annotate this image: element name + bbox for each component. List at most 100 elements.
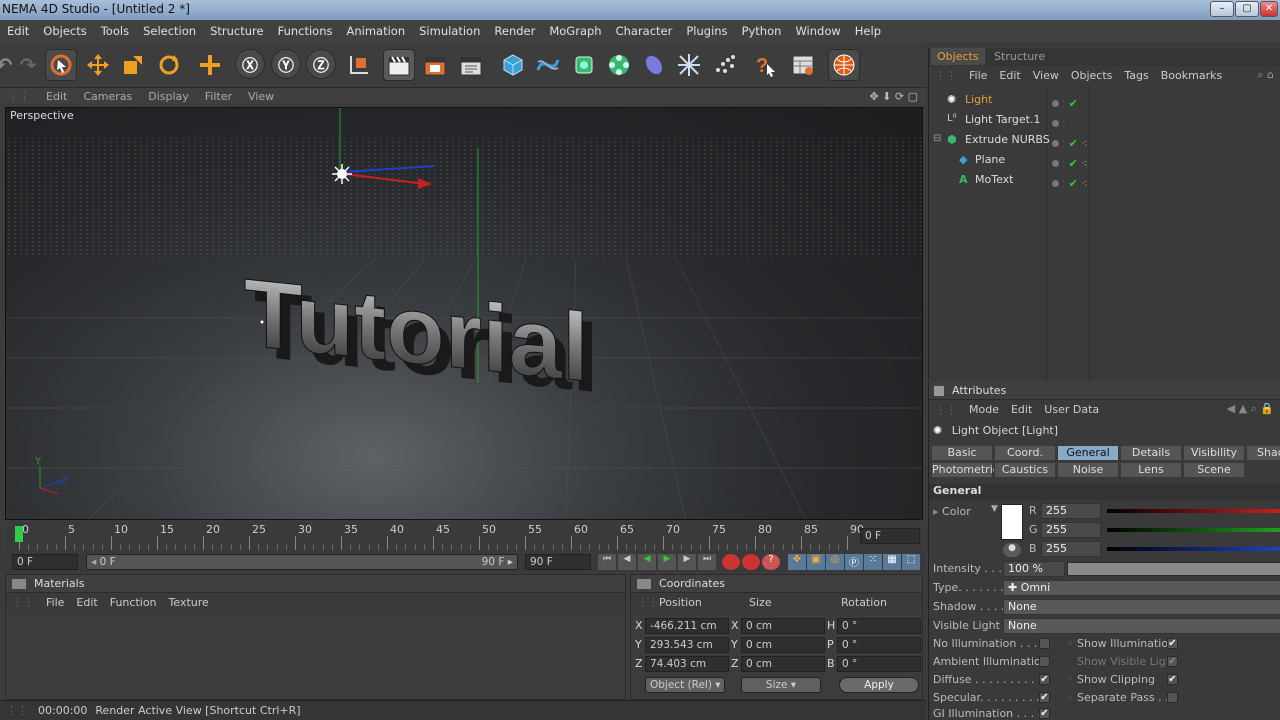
tree-row-extrude-nurbs[interactable]: ⊟ ⬢ Extrude NURBS ⁚ ✔ ⁖: [929, 131, 1280, 151]
animate-dot-icon[interactable]: ◦: [1067, 691, 1074, 704]
tab-lens[interactable]: Lens: [1120, 462, 1182, 478]
y-axis-button[interactable]: Ⓨ: [271, 49, 301, 79]
nav-arrows-icon[interactable]: ◀ ▲ ⌕ 🔒: [1221, 402, 1280, 416]
go-end-icon[interactable]: ⏭: [698, 554, 716, 570]
close-button[interactable]: ✕: [1260, 1, 1278, 17]
attributes-menu-userdata[interactable]: User Data: [1038, 403, 1105, 416]
menu-character[interactable]: Character: [609, 24, 680, 38]
diffuse-checkbox[interactable]: ✔: [1039, 674, 1050, 685]
start-frame-field[interactable]: 0 F: [12, 554, 78, 570]
collapse-icon[interactable]: ⊟: [933, 133, 941, 144]
visible-light-dropdown[interactable]: None: [1003, 618, 1280, 634]
color-r-field[interactable]: 255: [1041, 503, 1101, 519]
tab-basic[interactable]: Basic: [931, 445, 993, 461]
viewport-navigate-icons[interactable]: ✥ ⬇ ⟳ ▢: [861, 90, 926, 103]
key-grid-icon[interactable]: ▦: [883, 554, 901, 570]
no-illumination-checkbox[interactable]: [1039, 638, 1050, 649]
tree-row-plane[interactable]: ◆ Plane ⁚ ✔ ⁖: [929, 151, 1280, 171]
animate-dot-icon[interactable]: ◦: [1067, 673, 1074, 686]
materials-menu-function[interactable]: Function: [104, 596, 163, 609]
viewport-menu-edit[interactable]: Edit: [38, 90, 75, 103]
visibility-dots-icon[interactable]: ⁚ ✔ ⁖: [1052, 137, 1088, 150]
coordinate-system-button[interactable]: [343, 49, 375, 81]
menu-animation[interactable]: Animation: [339, 24, 412, 38]
viewport-menu-view[interactable]: View: [240, 90, 282, 103]
menu-objects[interactable]: Objects: [36, 24, 93, 38]
tab-coord[interactable]: Coord.: [994, 445, 1056, 461]
color-dropdown-icon[interactable]: ▼: [991, 504, 998, 514]
key-pla-icon[interactable]: ⁙: [864, 554, 882, 570]
tab-shadow[interactable]: Shad: [1246, 445, 1280, 461]
record-icon[interactable]: [722, 554, 740, 570]
r-slider[interactable]: [1107, 509, 1280, 513]
tree-row-light[interactable]: ✺ Light ⁚ ✔: [929, 91, 1280, 111]
picture-viewer-button[interactable]: [828, 49, 860, 81]
menu-python[interactable]: Python: [735, 24, 789, 38]
objects-menu-file[interactable]: File: [963, 69, 993, 82]
color-picker-icon[interactable]: ●: [1003, 543, 1021, 557]
timeline-ruler[interactable]: 0 5 10 15 20 25 30 35 40 45 50 55 60 65 70 75 80 85 90 0 F: [5, 522, 923, 552]
attributes-menu-mode[interactable]: Mode: [963, 403, 1005, 416]
search-icon[interactable]: ⌕ ⌂: [1251, 68, 1280, 82]
recent-tool-button[interactable]: [194, 49, 226, 81]
3d-viewport[interactable]: Tutorial Tutorial Y Z Perspective: [5, 107, 923, 520]
z-axis-button[interactable]: Ⓩ: [306, 49, 336, 79]
position-x-field[interactable]: -466.211 cm: [645, 618, 729, 634]
position-z-field[interactable]: 74.403 cm: [645, 656, 729, 672]
tab-objects[interactable]: Objects: [931, 48, 985, 65]
keyframe-selection-icon[interactable]: ?: [762, 554, 780, 570]
menu-tools[interactable]: Tools: [94, 24, 136, 38]
menu-structure[interactable]: Structure: [203, 24, 271, 38]
menu-help[interactable]: Help: [848, 24, 888, 38]
rotation-h-field[interactable]: 0 °: [837, 618, 921, 634]
ambient-illumination-checkbox[interactable]: [1039, 656, 1050, 667]
show-clipping-checkbox[interactable]: ✔: [1167, 674, 1178, 685]
spline-button[interactable]: [532, 49, 564, 81]
position-y-field[interactable]: 293.543 cm: [645, 637, 729, 653]
tab-scene[interactable]: Scene: [1183, 462, 1245, 478]
rotation-b-field[interactable]: 0 °: [837, 656, 921, 672]
intensity-slider[interactable]: [1067, 562, 1280, 576]
menu-render[interactable]: Render: [487, 24, 542, 38]
layout-button[interactable]: [787, 49, 819, 81]
attributes-menu-edit[interactable]: Edit: [1005, 403, 1038, 416]
scene-button[interactable]: [673, 49, 705, 81]
viewport-menu-cameras[interactable]: Cameras: [75, 90, 140, 103]
menu-selection[interactable]: Selection: [136, 24, 203, 38]
play-icon[interactable]: ▶: [658, 554, 676, 570]
menu-edit[interactable]: Edit: [0, 24, 36, 38]
shadow-dropdown[interactable]: None: [1003, 599, 1280, 615]
visibility-dots-icon[interactable]: ⁚ ✔: [1052, 97, 1078, 110]
color-b-field[interactable]: 255: [1041, 541, 1101, 557]
size-mode-dropdown[interactable]: Size ▾: [741, 677, 821, 693]
menu-functions[interactable]: Functions: [271, 24, 340, 38]
tree-row-motext[interactable]: A MoText ⁚ ✔ ⁖: [929, 171, 1280, 191]
nurbs-button[interactable]: [568, 49, 600, 81]
key-rotation-icon[interactable]: ◎: [826, 554, 844, 570]
apply-button[interactable]: Apply: [839, 677, 919, 693]
array-button[interactable]: [603, 49, 635, 81]
tree-row-light-target[interactable]: L⁰ Light Target.1 ⁚: [929, 111, 1280, 131]
coord-mode-dropdown[interactable]: Object (Rel) ▾: [645, 677, 725, 693]
maximize-button[interactable]: ▢: [1235, 1, 1259, 17]
current-frame-field[interactable]: 0 F: [860, 528, 920, 544]
tab-visibility[interactable]: Visibility: [1183, 445, 1245, 461]
help-button[interactable]: ?: [750, 49, 782, 81]
move-button[interactable]: [82, 49, 114, 81]
color-g-field[interactable]: 255: [1041, 522, 1101, 538]
playhead[interactable]: [15, 526, 23, 542]
animate-dot-icon[interactable]: ◦: [1067, 637, 1074, 650]
visibility-dots-icon[interactable]: ⁚ ✔ ⁖: [1052, 157, 1088, 170]
materials-menu-edit[interactable]: Edit: [70, 596, 103, 609]
next-frame-icon[interactable]: ▶: [678, 554, 696, 570]
scale-button[interactable]: [117, 49, 149, 81]
cube-button[interactable]: [497, 49, 529, 81]
render-region-button[interactable]: [419, 49, 451, 81]
key-scale-icon[interactable]: ▣: [807, 554, 825, 570]
tab-photometric[interactable]: Photometric: [931, 462, 999, 478]
render-settings-button[interactable]: [455, 49, 487, 81]
show-illumination-checkbox[interactable]: ✔: [1167, 638, 1178, 649]
objects-menu-objects[interactable]: Objects: [1065, 69, 1119, 82]
gi-illumination-checkbox[interactable]: ✔: [1039, 708, 1050, 719]
menu-window[interactable]: Window: [788, 24, 847, 38]
